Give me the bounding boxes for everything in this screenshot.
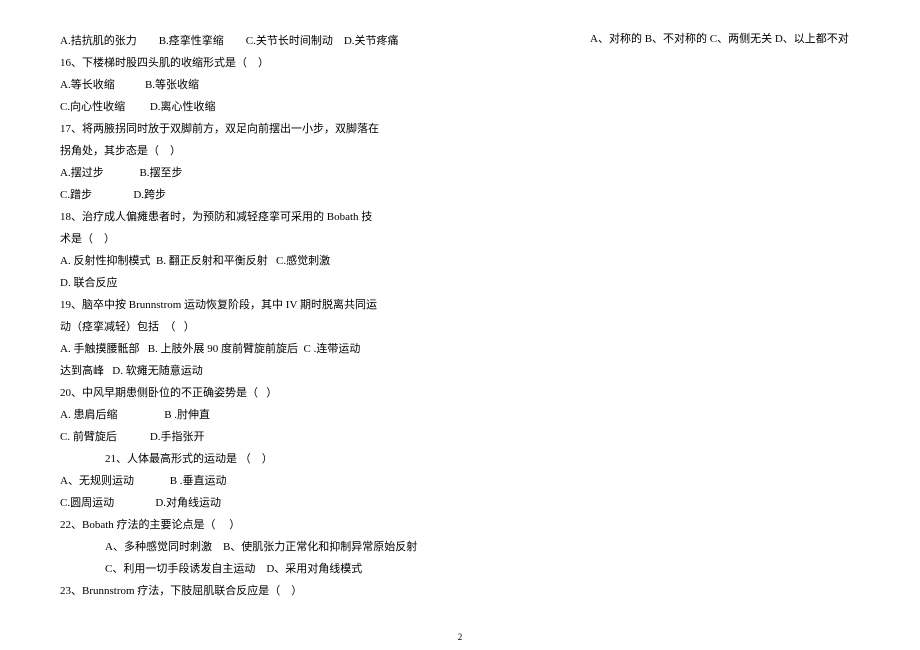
text-line-8: 18、治疗成人偏瘫患者时，为预防和减轻痉挛可采用的 Bobath 技 [60, 206, 860, 228]
text-line-24: C、利用一切手段诱发自主运动 D、采用对角线模式 [60, 558, 860, 580]
text-line-22: 22、Bobath 疗法的主要论点是（ ） [60, 514, 860, 536]
text-line-15: 达到高峰 D. 软瘫无随意运动 [60, 360, 860, 382]
text-line-18: C. 前臂旋后 D.手指张开 [60, 426, 860, 448]
document-body: A.拮抗肌的张力 B.痉挛性挛缩 C.关节长时间制动 D.关节疼痛16、下楼梯时… [0, 0, 920, 622]
right-column-text: A、对称的 B、不对称的 C、两侧无关 D、以上都不对 [590, 30, 849, 46]
text-line-4: 17、将两腋拐同时放于双脚前方，双足向前摆出一小步，双脚落在 [60, 118, 860, 140]
text-line-17: A. 患肩后缩 B .肘伸直 [60, 404, 860, 426]
text-line-11: D. 联合反应 [60, 272, 860, 294]
text-line-19: 21、人体最高形式的运动是 （ ） [60, 448, 860, 470]
text-line-10: A. 反射性抑制模式 B. 翻正反射和平衡反射 C.感觉刺激 [60, 250, 860, 272]
text-line-16: 20、中风早期患侧卧位的不正确姿势是（ ） [60, 382, 860, 404]
text-line-5: 拐角处，其步态是（ ） [60, 140, 860, 162]
text-line-3: C.向心性收缩 D.离心性收缩 [60, 96, 860, 118]
text-line-14: A. 手触摸腰骶部 B. 上肢外展 90 度前臂旋前旋后 C .连带运动 [60, 338, 860, 360]
text-line-2: A.等长收缩 B.等张收缩 [60, 74, 860, 96]
text-line-1: 16、下楼梯时股四头肌的收缩形式是（ ） [60, 52, 860, 74]
text-line-13: 动（痉挛减轻）包括 （ ） [60, 316, 860, 338]
text-line-21: C.圆周运动 D.对角线运动 [60, 492, 860, 514]
text-line-12: 19、脑卒中按 Brunnstrom 运动恢复阶段，其中 IV 期时脱离共同运 [60, 294, 860, 316]
text-line-6: A.摆过步 B.摆至步 [60, 162, 860, 184]
text-line-25: 23、Brunnstrom 疗法，下肢屈肌联合反应是（ ） [60, 580, 860, 602]
page-number: 2 [0, 632, 920, 642]
text-line-23: A、多种感觉同时刺激 B、使肌张力正常化和抑制异常原始反射 [60, 536, 860, 558]
text-line-9: 术是（ ） [60, 228, 860, 250]
text-line-20: A、无规则运动 B .垂直运动 [60, 470, 860, 492]
text-line-7: C.蹭步 D.跨步 [60, 184, 860, 206]
